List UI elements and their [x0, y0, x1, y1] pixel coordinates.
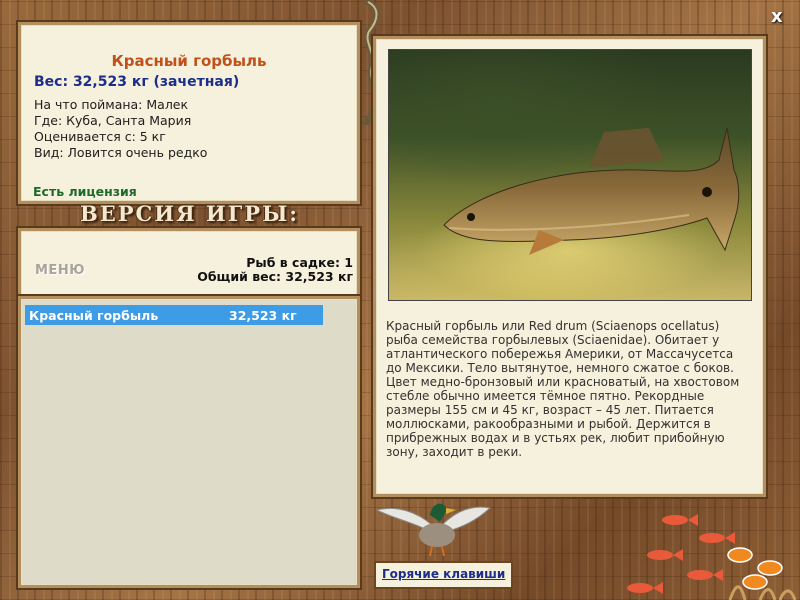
list-item[interactable]: Красный горбыль 32,523 кг [25, 305, 323, 325]
total-weight: Общий вес: 32,523 кг [197, 269, 353, 284]
cage-stats-panel: МЕНЮ Рыб в садке: 1 Общий вес: 32,523 кг [18, 228, 360, 300]
location-info: Где: Куба, Санта Мария [34, 113, 192, 128]
catch-list: Красный горбыль 32,523 кг [18, 296, 360, 588]
list-item-weight: 32,523 кг [229, 308, 297, 323]
fish-detail-panel: Красный горбыль или Red drum (Sciaenops … [373, 36, 766, 497]
bait-info: На что поймана: Малек [34, 97, 189, 112]
rarity-info: Вид: Ловится очень редко [34, 145, 208, 160]
fish-description: Красный горбыль или Red drum (Sciaenops … [386, 319, 740, 459]
fish-info-panel: Красный горбыль Вес: 32,523 кг (зачетная… [18, 22, 360, 204]
red-drum-image [443, 127, 740, 255]
close-icon[interactable]: x [771, 6, 783, 27]
fish-title: Красный горбыль [111, 52, 267, 70]
game-version-label: ВЕРСИЯ ИГРЫ: 3.7.5 [80, 201, 300, 251]
list-item-name: Красный горбыль [29, 308, 159, 323]
fish-count: Рыб в садке: 1 [246, 255, 353, 270]
valued-from-info: Оценивается с: 5 кг [34, 129, 166, 144]
fish-photo [388, 49, 752, 301]
fish-weight: Вес: 32,523 кг (зачетная) [34, 74, 240, 90]
hotkeys-button[interactable]: Горячие клавиши [374, 561, 514, 589]
license-status: Есть лицензия [33, 184, 137, 199]
hotkeys-label[interactable]: Горячие клавиши [382, 567, 505, 581]
fish-school-decoration [627, 514, 797, 600]
duck-decoration [375, 503, 492, 557]
menu-button[interactable]: МЕНЮ [35, 263, 85, 278]
